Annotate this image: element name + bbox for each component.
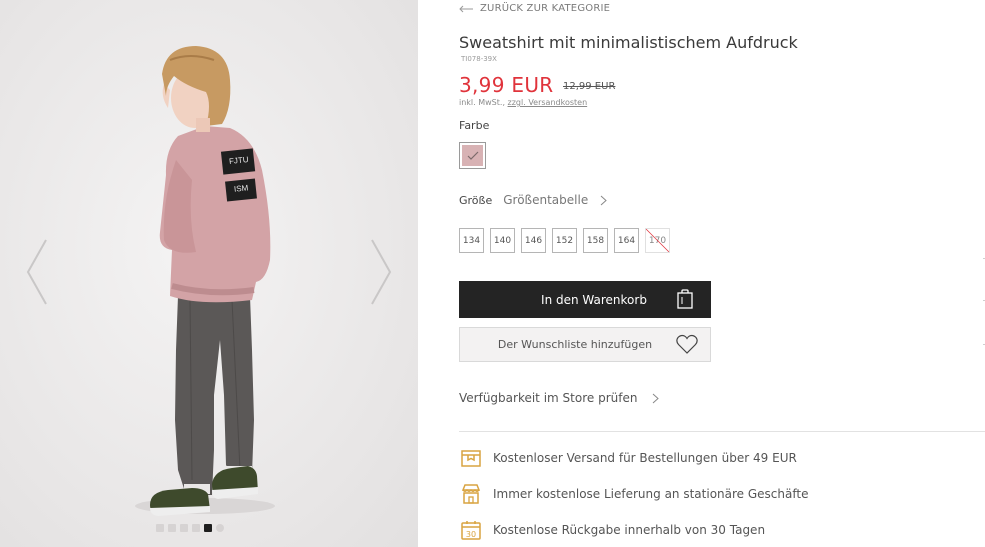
size-option-140[interactable]: 140 <box>490 228 515 253</box>
size-option-134[interactable]: 134 <box>459 228 484 253</box>
back-link-label: ZURÜCK ZUR KATEGORIE <box>480 3 611 14</box>
old-price: 12,99 EUR <box>563 81 616 92</box>
gallery-dot-2[interactable] <box>168 524 176 532</box>
size-option-158[interactable]: 158 <box>583 228 608 253</box>
gallery-dot-6[interactable] <box>216 524 224 532</box>
size-option-170-unavailable[interactable]: 170 <box>645 228 670 253</box>
gallery-prev-arrow-icon[interactable] <box>22 236 52 308</box>
gallery-next-arrow-icon[interactable] <box>366 236 396 308</box>
shipping-box-icon <box>461 450 481 467</box>
tax-info: inkl. MwSt., zzgl. Versandkosten <box>459 98 587 107</box>
svg-text:30: 30 <box>466 530 476 539</box>
current-price: 3,99 EUR <box>459 73 554 97</box>
size-options: 134 140 146 152 158 164 170 <box>459 228 670 253</box>
shopping-bag-icon <box>677 289 693 309</box>
benefit-label: Kostenloser Versand für Bestellungen übe… <box>493 451 797 465</box>
size-header: Größe Größentabelle <box>459 193 607 207</box>
gallery-dot-1[interactable] <box>156 524 164 532</box>
color-swatch-pink[interactable] <box>459 142 486 169</box>
store-availability-link[interactable]: Verfügbarkeit im Store prüfen <box>459 391 660 405</box>
shipping-costs-link[interactable]: zzgl. Versandkosten <box>508 98 588 107</box>
size-option-146[interactable]: 146 <box>521 228 546 253</box>
gallery-dot-4[interactable] <box>192 524 200 532</box>
add-to-cart-button[interactable]: In den Warenkorb <box>459 281 711 318</box>
benefit-store-delivery: Immer kostenlose Lieferung an stationäre… <box>459 482 808 506</box>
chevron-right-icon <box>653 393 660 403</box>
add-to-wishlist-label: Der Wunschliste hinzufügen <box>497 338 653 351</box>
gallery-dot-5-active[interactable] <box>204 524 212 532</box>
product-sku: TI078-39X <box>461 55 497 63</box>
back-to-category-link[interactable]: ZURÜCK ZUR KATEGORIE <box>459 3 610 14</box>
product-details-panel: ZURÜCK ZUR KATEGORIE Sweatshirt mit mini… <box>459 0 985 547</box>
gallery-pagination <box>156 524 224 532</box>
store-icon <box>461 484 481 504</box>
calendar-30-icon: 30 <box>461 521 481 540</box>
add-to-cart-label: In den Warenkorb <box>541 292 647 307</box>
section-divider <box>459 431 985 432</box>
heart-icon <box>676 334 698 354</box>
benefit-free-shipping: Kostenloser Versand für Bestellungen übe… <box>459 446 808 470</box>
checkmark-icon <box>467 151 478 160</box>
arrow-left-icon <box>459 5 473 12</box>
color-label: Farbe <box>459 119 490 132</box>
benefit-label: Immer kostenlose Lieferung an stationäre… <box>493 487 809 501</box>
chevron-right-icon[interactable] <box>600 195 607 206</box>
gallery-dot-3[interactable] <box>180 524 188 532</box>
size-option-164[interactable]: 164 <box>614 228 639 253</box>
benefits-list: Kostenloser Versand für Bestellungen übe… <box>459 446 808 547</box>
size-option-152[interactable]: 152 <box>552 228 577 253</box>
size-label: Größe <box>459 193 493 207</box>
unavailable-slash-icon <box>646 229 669 252</box>
benefit-label: Kostenlose Rückgabe innerhalb von 30 Tag… <box>493 523 766 537</box>
product-photo <box>135 46 275 516</box>
tax-text: inkl. MwSt., <box>459 98 505 107</box>
sweatshirt-print-text-2: ISM <box>233 183 249 194</box>
color-swatch-fill <box>462 145 483 166</box>
size-chart-link[interactable]: Größentabelle <box>503 193 588 207</box>
product-gallery: FJTU ISM <box>0 0 418 547</box>
benefit-free-returns: 30 Kostenlose Rückgabe innerhalb von 30 … <box>459 518 808 542</box>
product-title: Sweatshirt mit minimalistischem Aufdruck <box>459 33 798 52</box>
store-availability-label: Verfügbarkeit im Store prüfen <box>459 391 638 405</box>
add-to-wishlist-button[interactable]: Der Wunschliste hinzufügen <box>459 327 711 362</box>
